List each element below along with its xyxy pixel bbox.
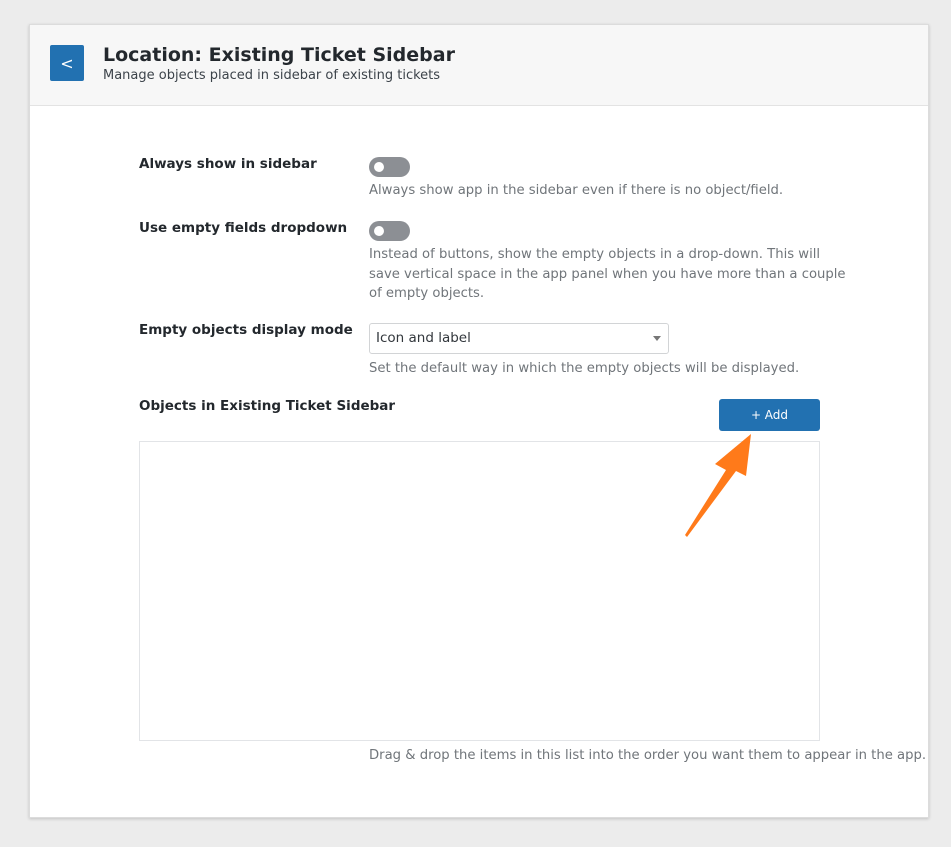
empty-dropdown-description: Instead of buttons, show the empty objec… (369, 245, 846, 304)
objects-list-label: Objects in Existing Ticket Sidebar (139, 398, 396, 414)
description-line: Instead of buttons, show the empty objec… (369, 247, 821, 262)
always-show-label: Always show in sidebar (139, 156, 317, 172)
display-mode-select[interactable]: Icon and label (369, 323, 669, 354)
empty-dropdown-toggle[interactable] (369, 221, 410, 241)
page-subtitle: Manage objects placed in sidebar of exis… (103, 68, 441, 83)
caret-down-icon (653, 336, 661, 341)
toggle-knob (374, 162, 384, 172)
page-title: Location: Existing Ticket Sidebar (103, 44, 455, 66)
description-line: save vertical space in the app panel whe… (369, 266, 846, 282)
display-mode-description: Set the default way in which the empty o… (369, 361, 800, 376)
page-header: < Location: Existing Ticket Sidebar Mana… (30, 25, 928, 106)
objects-list-help: Drag & drop the items in this list into … (369, 748, 927, 763)
display-mode-label: Empty objects display mode (139, 322, 353, 338)
settings-card: < Location: Existing Ticket Sidebar Mana… (29, 24, 929, 818)
display-mode-value: Icon and label (376, 330, 471, 346)
back-chevron-icon: < (60, 53, 74, 73)
arrow-shape (685, 434, 751, 537)
back-button[interactable]: < (50, 45, 84, 81)
always-show-description: Always show app in the sidebar even if t… (369, 183, 784, 198)
annotation-arrow-icon (685, 434, 751, 537)
empty-dropdown-label: Use empty fields dropdown (139, 220, 348, 236)
description-line: of empty objects. (369, 286, 485, 301)
toggle-knob (374, 226, 384, 236)
always-show-toggle[interactable] (369, 157, 410, 177)
